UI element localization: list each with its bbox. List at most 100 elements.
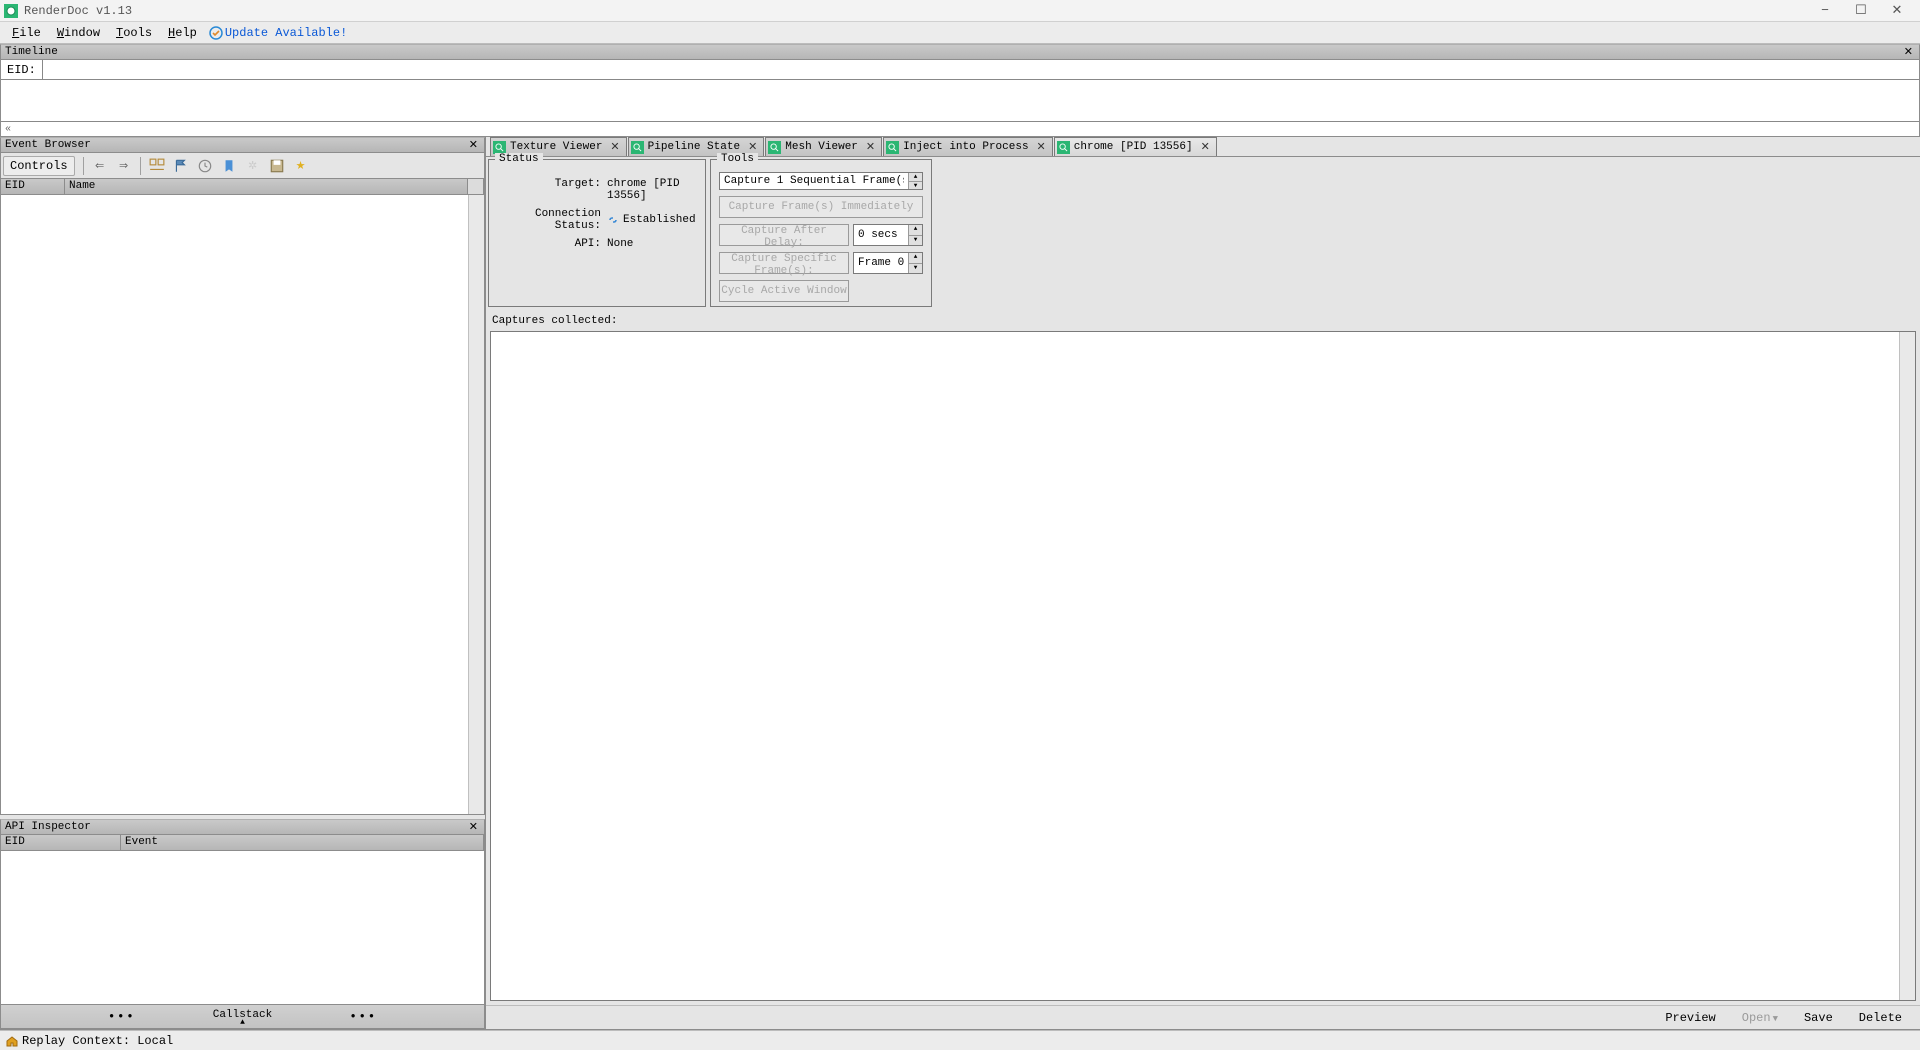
api-table-body[interactable]: [0, 851, 485, 1005]
update-available-link[interactable]: Update Available!: [225, 26, 347, 40]
frame-input-wrap: ▲▼: [853, 252, 923, 274]
capture-sequential-row: ▲▼: [719, 172, 923, 190]
cycle-row: Cycle Active Window: [719, 280, 923, 302]
menu-help[interactable]: Help: [160, 24, 205, 42]
cycle-window-button[interactable]: Cycle Active Window: [719, 280, 849, 302]
api-inspector-title-text: API Inspector: [5, 821, 91, 833]
status-target-value: chrome [PID 13556]: [607, 178, 697, 202]
capture-sequential-input[interactable]: [720, 173, 908, 189]
status-api-label: API:: [497, 238, 607, 250]
minimize-button[interactable]: −: [1816, 4, 1834, 18]
status-connection-text: Established: [623, 214, 696, 226]
maximize-button[interactable]: ☐: [1852, 4, 1870, 18]
timeline-close-icon[interactable]: ✕: [1902, 45, 1915, 59]
star-icon[interactable]: ★: [293, 158, 309, 174]
open-button[interactable]: Open▼: [1734, 1009, 1786, 1027]
event-browser-panel: Event Browser ✕ Controls ⇐ ⇒ ✲ ★ EID Nam…: [0, 137, 485, 815]
find-icon[interactable]: [149, 158, 165, 174]
menu-tools[interactable]: Tools: [108, 24, 160, 42]
right-footer: Preview Open▼ Save Delete: [486, 1005, 1920, 1029]
frame-spinner[interactable]: ▲▼: [908, 253, 922, 273]
api-inspector-close-icon[interactable]: ✕: [467, 820, 480, 834]
event-browser-close-icon[interactable]: ✕: [467, 138, 480, 152]
magnifier-icon: [768, 141, 781, 154]
tab-strip: Texture Viewer ✕ Pipeline State ✕ Mesh V…: [486, 137, 1920, 157]
toolbar-separator: [83, 157, 84, 175]
status-target-label: Target:: [497, 178, 607, 202]
api-footer-grip-left[interactable]: •••: [1, 1010, 243, 1024]
prev-icon[interactable]: ⇐: [92, 158, 108, 174]
tab-close-icon[interactable]: ✕: [746, 140, 759, 154]
timeline-zoom-reset[interactable]: «: [1, 122, 1919, 136]
event-browser-toolbar: Controls ⇐ ⇒ ✲ ★: [0, 153, 485, 179]
delay-input[interactable]: [854, 225, 908, 245]
event-browser-title-text: Event Browser: [5, 139, 91, 151]
tab-close-icon[interactable]: ✕: [1035, 140, 1048, 154]
close-button[interactable]: ✕: [1888, 4, 1906, 18]
capture-sequential-spinner[interactable]: ▲▼: [908, 173, 922, 189]
tab-label: chrome [PID 13556]: [1074, 141, 1193, 153]
main-split: Event Browser ✕ Controls ⇐ ⇒ ✲ ★ EID Nam…: [0, 137, 1920, 1030]
flag-icon[interactable]: [173, 158, 189, 174]
tab-close-icon[interactable]: ✕: [608, 140, 621, 154]
save-button[interactable]: Save: [1796, 1009, 1841, 1027]
tools-legend: Tools: [717, 153, 758, 165]
replay-context-label: Replay Context: Local: [22, 1034, 173, 1048]
app-icon: [4, 4, 18, 18]
magnifier-icon: [493, 141, 506, 154]
capture-now-row: Capture Frame(s) Immediately: [719, 196, 923, 218]
bookmark-icon[interactable]: [221, 158, 237, 174]
link-icon: [607, 214, 619, 226]
magnifier-icon: [1057, 141, 1070, 154]
callstack-toggle[interactable]: Callstack ▲: [213, 1009, 272, 1025]
window-controls: − ☐ ✕: [1816, 4, 1916, 18]
tools-groupbox: Tools ▲▼ Capture Frame(s) Immediately Ca…: [710, 159, 932, 307]
api-footer-grip-right[interactable]: •••: [243, 1010, 485, 1024]
status-groupbox: Status Target: chrome [PID 13556] Connec…: [488, 159, 706, 307]
toolbar-separator: [140, 157, 141, 175]
captures-scrollbar[interactable]: [1899, 332, 1915, 1000]
menu-file[interactable]: File: [4, 24, 49, 42]
captures-list[interactable]: [490, 331, 1916, 1001]
timeline-body: EID: «: [0, 60, 1920, 136]
menu-window[interactable]: Window: [49, 24, 108, 42]
timeline-title: Timeline ✕: [0, 44, 1920, 60]
delay-spinner[interactable]: ▲▼: [908, 225, 922, 245]
timeline-track[interactable]: [1, 80, 1919, 122]
event-col-scroll-corner: [468, 179, 484, 194]
controls-button[interactable]: Controls: [3, 156, 75, 176]
frame-input[interactable]: [854, 253, 908, 273]
capture-now-button[interactable]: Capture Frame(s) Immediately: [719, 196, 923, 218]
next-icon[interactable]: ⇒: [116, 158, 132, 174]
tab-chrome-pid[interactable]: chrome [PID 13556] ✕: [1054, 137, 1217, 156]
delete-button[interactable]: Delete: [1851, 1009, 1910, 1027]
timeline-eid-row: EID:: [1, 60, 1919, 80]
chevron-up-icon: ▲: [213, 1021, 272, 1025]
timeline-eid-label: EID:: [1, 60, 43, 79]
status-grid: Target: chrome [PID 13556] Connection St…: [497, 178, 697, 250]
clock-icon[interactable]: [197, 158, 213, 174]
api-col-event[interactable]: Event: [121, 835, 484, 850]
status-legend: Status: [495, 153, 543, 165]
timeline-eid-input[interactable]: [43, 60, 1919, 79]
event-table-scrollbar[interactable]: [468, 195, 484, 814]
gear-icon[interactable]: ✲: [245, 158, 261, 174]
top-panels: Status Target: chrome [PID 13556] Connec…: [486, 157, 1920, 307]
event-table-body[interactable]: [0, 195, 485, 815]
preview-button[interactable]: Preview: [1657, 1009, 1723, 1027]
event-col-name[interactable]: Name: [65, 179, 468, 194]
capture-delay-button[interactable]: Capture After Delay:: [719, 224, 849, 246]
status-connection-value: Established: [607, 208, 697, 232]
api-inspector-panel: API Inspector ✕ EID Event ••• Callstack …: [0, 819, 485, 1029]
capture-specific-button[interactable]: Capture Specific Frame(s):: [719, 252, 849, 274]
tab-close-icon[interactable]: ✕: [864, 140, 877, 154]
event-col-eid[interactable]: EID: [1, 179, 65, 194]
tab-mesh-viewer[interactable]: Mesh Viewer ✕: [765, 137, 882, 156]
api-col-eid[interactable]: EID: [1, 835, 121, 850]
save-icon[interactable]: [269, 158, 285, 174]
tab-inject-into-process[interactable]: Inject into Process ✕: [883, 137, 1053, 156]
left-column: Event Browser ✕ Controls ⇐ ⇒ ✲ ★ EID Nam…: [0, 137, 486, 1029]
capture-sequential-input-wrap: ▲▼: [719, 172, 923, 190]
timeline-panel: Timeline ✕ EID: «: [0, 44, 1920, 137]
tab-close-icon[interactable]: ✕: [1199, 140, 1212, 154]
